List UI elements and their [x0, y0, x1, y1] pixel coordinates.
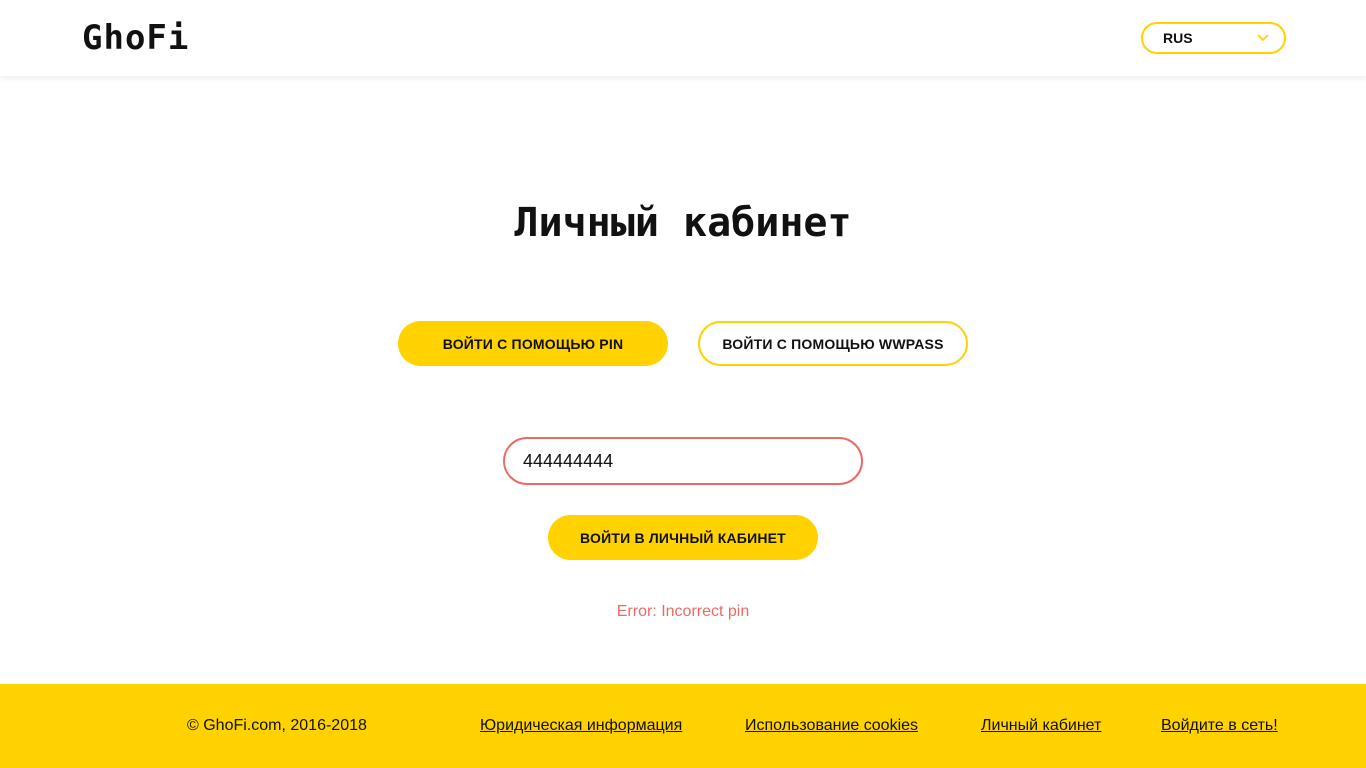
logo[interactable]: GhoFi	[82, 18, 189, 58]
pin-input[interactable]	[503, 437, 863, 485]
copyright: © GhoFi.com, 2016-2018	[187, 717, 367, 734]
chevron-down-icon	[1257, 34, 1269, 42]
footer: © GhoFi.com, 2016-2018 Юридическая инфор…	[0, 684, 1366, 768]
header: GhoFi RUS	[0, 0, 1366, 76]
footer-link-join[interactable]: Войдите в сеть!	[1161, 717, 1278, 735]
language-value: RUS	[1163, 30, 1193, 46]
login-wwpass-tab-button[interactable]: ВОЙТИ С ПОМОЩЬЮ WWPASS	[698, 321, 968, 366]
footer-link-cookies[interactable]: Использование cookies	[745, 717, 918, 735]
footer-link-cabinet[interactable]: Личный кабинет	[981, 717, 1101, 735]
footer-link-legal[interactable]: Юридическая информация	[480, 717, 682, 735]
error-message: Error: Incorrect pin	[616, 603, 750, 620]
language-select[interactable]: RUS	[1141, 22, 1286, 54]
login-pin-tab-button[interactable]: ВОЙТИ С ПОМОЩЬЮ PIN	[398, 321, 668, 366]
page-title: Личный кабинет	[514, 200, 852, 246]
login-submit-button[interactable]: ВОЙТИ В ЛИЧНЫЙ КАБИНЕТ	[548, 515, 818, 560]
